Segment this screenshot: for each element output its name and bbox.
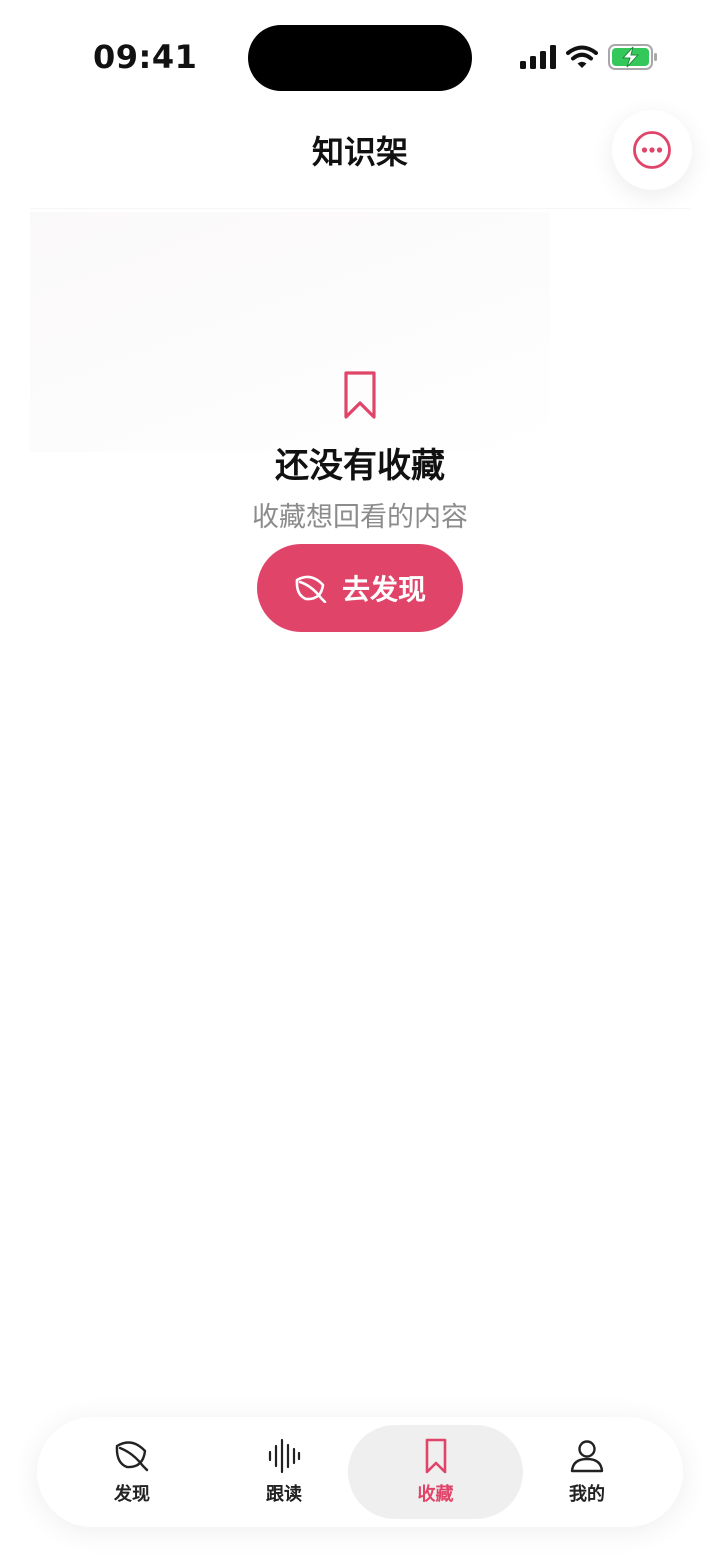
- tab-discover[interactable]: 发现: [57, 1425, 207, 1519]
- header-divider: [30, 208, 690, 209]
- tab-label: 跟读: [266, 1484, 302, 1505]
- bookmark-icon: [425, 1438, 446, 1474]
- tab-label: 我的: [569, 1484, 605, 1505]
- status-bar: 09:41: [0, 0, 720, 110]
- person-icon: [570, 1440, 604, 1473]
- leaf-icon: [295, 575, 327, 603]
- background-panel: [30, 212, 550, 452]
- bookmark-icon: [344, 371, 376, 419]
- status-icons: [520, 44, 658, 70]
- status-time: 09:41: [93, 38, 198, 76]
- leaf-icon: [115, 1441, 149, 1472]
- bottom-tab-bar: 发现 跟读 收藏 我的: [37, 1417, 683, 1527]
- more-options-button[interactable]: [612, 110, 692, 190]
- more-dots-icon: [633, 131, 671, 169]
- cellular-signal-icon: [520, 45, 556, 69]
- tab-profile[interactable]: 我的: [512, 1425, 662, 1519]
- battery-charging-icon: [608, 44, 657, 70]
- go-discover-label: 去发现: [341, 573, 426, 606]
- tab-label: 收藏: [417, 1484, 454, 1505]
- wifi-icon: [566, 45, 598, 68]
- tab-label: 发现: [114, 1484, 150, 1505]
- tab-favorites[interactable]: 收藏: [348, 1425, 523, 1519]
- dynamic-island: [248, 25, 472, 91]
- go-discover-button[interactable]: 去发现: [257, 544, 463, 632]
- empty-state-subtitle: 收藏想回看的内容: [252, 502, 468, 533]
- tab-read-along[interactable]: 跟读: [209, 1425, 359, 1519]
- waveform-icon: [268, 1438, 301, 1474]
- empty-state-title: 还没有收藏: [275, 446, 445, 486]
